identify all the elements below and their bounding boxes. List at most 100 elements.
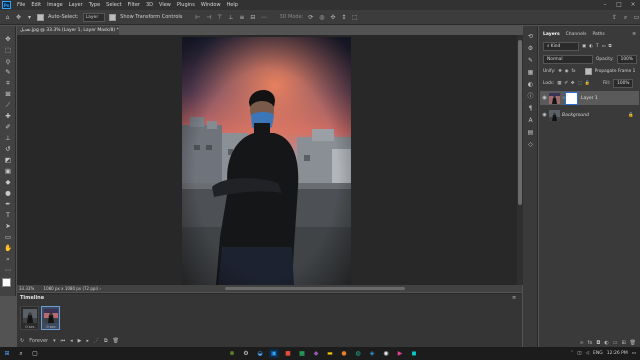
menu-plugins[interactable]: Plugins [174, 0, 198, 10]
rectangle-icon[interactable]: ▭ [3, 233, 13, 242]
hand-icon[interactable]: ✋ [3, 244, 13, 253]
delete-frame-icon[interactable]: 🗑 [113, 338, 119, 344]
crop-icon[interactable]: ⌗ [3, 79, 13, 88]
filter-smart-icon[interactable]: ⧉ [609, 44, 612, 49]
menu-type[interactable]: Type [86, 0, 103, 10]
adjustment-layer-icon[interactable]: ◐ [604, 340, 608, 347]
xbox-icon[interactable]: ⊗ [227, 349, 237, 358]
document-tab[interactable]: تعديل.jpg @ 33.3% (Layer 1, Layer Mask/8… [17, 26, 119, 42]
eraser-icon[interactable]: ◩ [3, 156, 13, 165]
edge-icon[interactable]: ◒ [255, 349, 265, 358]
chevron-down-icon[interactable]: ▾ [53, 338, 56, 344]
pen-icon[interactable]: ✒ [3, 200, 13, 209]
folder-icon[interactable]: ▬ [325, 349, 335, 358]
align-right-icon[interactable]: ⊤ [216, 14, 223, 21]
path-select-icon[interactable]: ➤ [3, 222, 13, 231]
type-icon[interactable]: T [3, 211, 13, 220]
menu-window[interactable]: Window [198, 0, 224, 10]
link-layers-icon[interactable]: ∞ [579, 340, 583, 347]
windows-start-icon[interactable]: ⊞ [2, 349, 12, 358]
more-options-icon[interactable]: ⋯ [260, 14, 267, 21]
align-left-icon[interactable]: ⊢ [194, 14, 201, 21]
swatches-icon[interactable]: ▦ [526, 68, 535, 77]
visibility-eye-icon[interactable]: ◉ [540, 95, 549, 101]
lock-position-icon[interactable]: ✥ [571, 81, 575, 86]
healing-icon[interactable]: ✚ [3, 112, 13, 121]
play-icon[interactable]: ▶ [78, 338, 82, 344]
previous-frame-icon[interactable]: ◂ [70, 338, 73, 344]
app-icon[interactable]: ▦ [297, 349, 307, 358]
timeline-frame[interactable]: 0 sec. [41, 306, 60, 330]
document-canvas[interactable] [182, 37, 351, 285]
filter-shape-icon[interactable]: ▭ [601, 44, 605, 49]
lock-paint-icon[interactable]: ✐ [564, 81, 568, 86]
app-icon[interactable]: ◉ [381, 349, 391, 358]
app-icon[interactable]: ◍ [353, 349, 363, 358]
duplicate-frame-icon[interactable]: ⧉ [104, 338, 108, 344]
menu-view[interactable]: View [156, 0, 174, 10]
filter-type-icon[interactable]: T [596, 44, 599, 49]
properties-icon[interactable]: ⚙ [526, 44, 535, 53]
move-icon[interactable]: ✥ [3, 35, 13, 44]
layer-name[interactable]: Background [562, 113, 589, 118]
home-icon[interactable]: ⌂ [4, 14, 11, 21]
tab-channels[interactable]: Channels [566, 30, 587, 39]
first-frame-icon[interactable]: ⏮ [61, 338, 66, 344]
frame-duration[interactable]: 0 sec. [21, 325, 40, 329]
task-view-icon[interactable]: ▢ [30, 349, 40, 358]
app-icon[interactable]: ◆ [311, 349, 321, 358]
tab-layers[interactable]: Layers [543, 30, 560, 39]
fill-field[interactable]: 100% [613, 78, 634, 88]
settings-icon[interactable]: ⚙ [241, 349, 251, 358]
layer-row[interactable]: ◉ ∞ Layer 1 [540, 91, 639, 105]
shapes-icon[interactable]: ◇ [526, 140, 535, 149]
more-icon[interactable]: ⋯ [3, 266, 13, 275]
horizontal-scroll-thumb[interactable] [225, 287, 405, 290]
menu-3d[interactable]: 3D [143, 0, 156, 10]
gradient-icon[interactable]: ▣ [3, 167, 13, 176]
align-center-icon[interactable]: ⊣ [205, 14, 212, 21]
fx-icon[interactable]: fx [588, 340, 593, 347]
eyedropper-icon[interactable]: ⟋ [3, 101, 13, 110]
zoom-level[interactable]: 33.33% [19, 286, 34, 291]
chevron-up-icon[interactable]: ˄ [571, 351, 573, 356]
photoshop-taskbar-icon[interactable]: ▣ [269, 349, 279, 358]
align-middle-icon[interactable]: ≡ [238, 14, 245, 21]
app-icon[interactable]: ◈ [367, 349, 377, 358]
unify-visibility-icon[interactable]: ◉ [565, 69, 569, 74]
new-layer-icon[interactable]: ⊞ [621, 340, 625, 347]
filter-pixel-icon[interactable]: ▣ [582, 44, 586, 49]
filter-adjustment-icon[interactable]: ◐ [589, 44, 593, 49]
lock-all-icon[interactable]: 🔒 [585, 81, 590, 86]
frame-icon[interactable]: ⊠ [3, 90, 13, 99]
repeat-icon[interactable]: ↻ [20, 338, 24, 344]
unify-position-icon[interactable]: ✥ [558, 69, 562, 74]
app-icon[interactable]: ■ [283, 349, 293, 358]
visibility-eye-icon[interactable]: ◉ [540, 112, 549, 118]
adjustments-icon[interactable]: ◐ [526, 80, 535, 89]
language-indicator[interactable]: ENG [593, 351, 603, 356]
info-icon[interactable]: ⓘ [526, 92, 535, 101]
3d-rotate-icon[interactable]: ⟳ [307, 14, 314, 21]
menu-help[interactable]: Help [224, 0, 241, 10]
menu-select[interactable]: Select [103, 0, 124, 10]
brush-icon[interactable]: ✐ [3, 123, 13, 132]
layer-mask-thumbnail[interactable] [565, 91, 578, 105]
menu-layer[interactable]: Layer [66, 0, 86, 10]
history-icon[interactable]: ⟲ [526, 32, 535, 41]
network-icon[interactable]: ◫ [577, 351, 581, 356]
next-frame-icon[interactable]: ▸ [86, 338, 89, 344]
chevron-down-icon[interactable]: ▾ [26, 14, 33, 21]
propagate-checkbox[interactable] [584, 67, 592, 75]
notification-icon[interactable]: ▭ [632, 351, 636, 356]
loop-dropdown[interactable]: Forever [29, 338, 48, 344]
quick-select-icon[interactable]: ✎ [3, 68, 13, 77]
add-mask-icon[interactable]: ◘ [596, 340, 600, 347]
auto-select-checkbox[interactable] [37, 13, 44, 21]
tween-icon[interactable]: ⋰ [94, 338, 99, 344]
auto-select-dropdown[interactable]: Layer [82, 12, 106, 22]
3d-scale-icon[interactable]: ⬚ [351, 14, 358, 21]
delete-layer-icon[interactable]: 🗑 [630, 340, 636, 347]
paragraph-icon[interactable]: ¶ [526, 104, 535, 113]
search-icon[interactable]: ⌕ [622, 14, 629, 21]
